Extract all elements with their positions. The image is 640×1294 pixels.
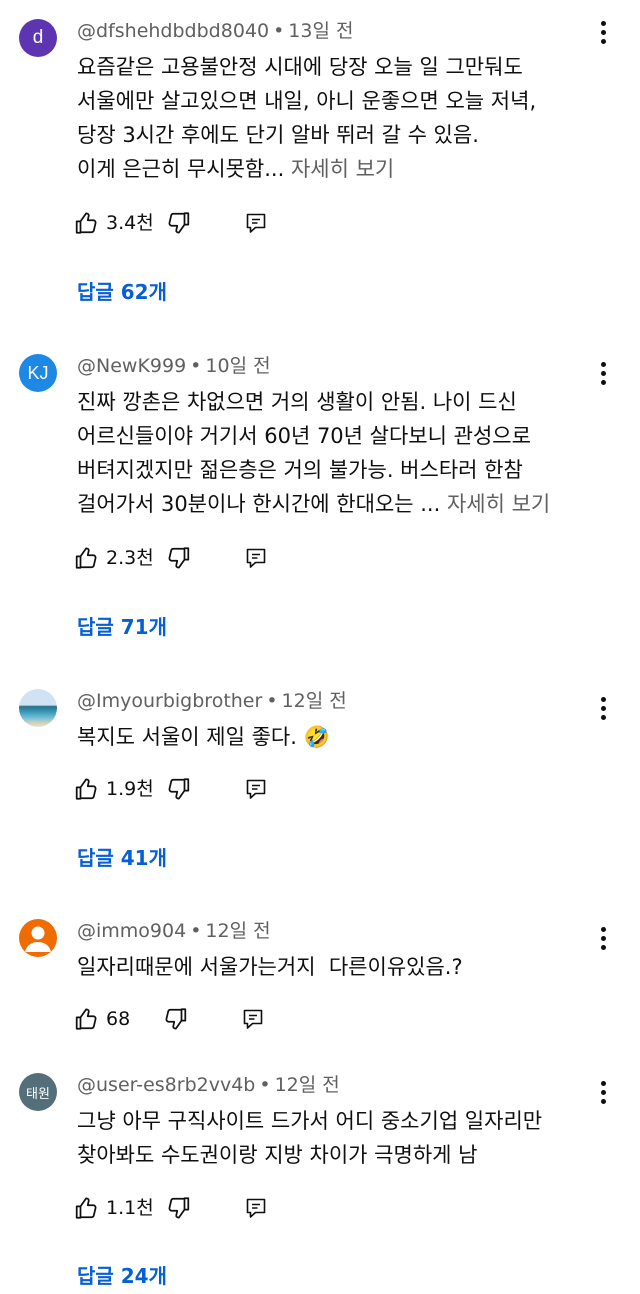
comment-line: 요즘같은 고용불안정 시대에 당장 오늘 일 그만둬도 <box>77 55 523 79</box>
comment-line: 그냥 아무 구직사이트 드가서 어디 중소기업 일자리만 <box>77 1109 543 1133</box>
meta-separator: • <box>190 355 202 377</box>
thumb-down-icon[interactable] <box>165 209 191 237</box>
thumb-up-icon[interactable] <box>74 544 100 572</box>
reply-comment-icon[interactable] <box>244 544 268 572</box>
meta-separator: • <box>266 690 278 712</box>
more-vert-icon[interactable] <box>592 1079 614 1105</box>
reply-comment-icon[interactable] <box>244 1194 268 1222</box>
thumb-up-icon[interactable] <box>74 1005 100 1033</box>
comment-thread: KJ @NewK999 • 10일 전 진짜 깡촌은 차없으면 거의 생활이 안됨.… <box>0 354 640 644</box>
view-replies-link[interactable]: 답글 41개 <box>77 844 167 872</box>
author-name[interactable]: @Imyourbigbrother <box>77 690 262 712</box>
comment-text: 복지도 서울이 제일 좋다. 🤣 <box>77 720 597 754</box>
thumb-down-icon[interactable] <box>165 775 191 803</box>
comment-time[interactable]: 13일 전 <box>288 20 353 42</box>
comment-time[interactable]: 12일 전 <box>205 920 270 942</box>
more-vert-icon[interactable] <box>592 360 614 386</box>
meta-separator: • <box>273 20 285 42</box>
comment-line: 찾아봐도 수도권이랑 지방 차이가 극명하게 남 <box>77 1143 478 1167</box>
reply-comment-icon[interactable] <box>244 209 268 237</box>
meta-separator: • <box>259 1074 271 1096</box>
comment-text: 일자리때문에 서울가는거지 다른이유있음.? <box>77 950 597 984</box>
comment-line-text: 이게 은근히 무시못함... <box>77 157 291 181</box>
thumb-down-icon[interactable] <box>165 1194 191 1222</box>
comment-meta: @Imyourbigbrother • 12일 전 <box>77 689 347 713</box>
read-more-link[interactable]: 자세히 보기 <box>291 157 394 181</box>
like-count: 68 <box>106 1008 131 1030</box>
comment-time[interactable]: 10일 전 <box>205 355 270 377</box>
comment-thread: d @dfshehdbdbd8040 • 13일 전 요즘같은 고용불안정 시대에 … <box>0 19 640 309</box>
view-replies-link[interactable]: 답글 71개 <box>77 613 167 641</box>
comment-time[interactable]: 12일 전 <box>282 690 347 712</box>
avatar[interactable]: KJ <box>19 354 57 392</box>
comment-line: 당장 3시간 후에도 단기 알바 뛰러 갈 수 있음. <box>77 123 479 147</box>
thumb-down-icon[interactable] <box>162 1005 188 1033</box>
meta-separator: • <box>190 920 202 942</box>
comment-line-text: 걸어가서 30분이나 한시간에 한대오는 ... <box>77 492 447 516</box>
comment-thread: @Imyourbigbrother • 12일 전 복지도 서울이 제일 좋다. 🤣… <box>0 689 640 879</box>
view-replies-link[interactable]: 답글 62개 <box>77 278 167 306</box>
reply-comment-icon[interactable] <box>241 1005 265 1033</box>
comment-line: 걸어가서 30분이나 한시간에 한대오는 ... 자세히 보기 <box>77 487 597 521</box>
comment-line: 버텨지겠지만 젊은층은 거의 불가능. 버스타러 한참 <box>77 458 523 482</box>
thumb-up-icon[interactable] <box>74 775 100 803</box>
comment-line: 어르신들이야 거기서 60년 70년 살다보니 관성으로 <box>77 424 531 448</box>
avatar[interactable] <box>19 919 57 957</box>
avatar[interactable]: 태원 <box>19 1073 57 1111</box>
more-vert-icon[interactable] <box>592 925 614 951</box>
comment-text: 진짜 깡촌은 차없으면 거의 생활이 안됨. 나이 드신어르신들이야 거기서 6… <box>77 385 597 521</box>
more-vert-icon[interactable] <box>592 695 614 721</box>
more-vert-icon[interactable] <box>592 19 614 45</box>
view-replies-link[interactable]: 답글 24개 <box>77 1262 167 1290</box>
comment-text: 요즘같은 고용불안정 시대에 당장 오늘 일 그만둬도서울에만 살고있으면 내일… <box>77 50 597 186</box>
author-name[interactable]: @immo904 <box>77 920 186 942</box>
comment-actions: 3.4천 <box>74 209 294 239</box>
comment-actions: 68 <box>74 1005 294 1035</box>
comment-meta: @immo904 • 12일 전 <box>77 919 271 943</box>
comment-line: 이게 은근히 무시못함... 자세히 보기 <box>77 152 597 186</box>
author-name[interactable]: @dfshehdbdbd8040 <box>77 20 269 42</box>
author-name[interactable]: @NewK999 <box>77 355 186 377</box>
thumb-up-icon[interactable] <box>74 1194 100 1222</box>
comment-meta: @user-es8rb2vv4b • 12일 전 <box>77 1073 340 1097</box>
comment-thread: 태원 @user-es8rb2vv4b • 12일 전 그냥 아무 구직사이트 드가… <box>0 1073 640 1294</box>
comment-line: 진짜 깡촌은 차없으면 거의 생활이 안됨. 나이 드신 <box>77 390 517 414</box>
comment-meta: @dfshehdbdbd8040 • 13일 전 <box>77 19 353 43</box>
avatar-initial: 태원 <box>26 1085 50 1101</box>
comment-actions: 2.3천 <box>74 544 294 574</box>
author-name[interactable]: @user-es8rb2vv4b <box>77 1074 255 1096</box>
thumb-down-icon[interactable] <box>165 544 191 572</box>
thumb-up-icon[interactable] <box>74 209 100 237</box>
avatar[interactable]: d <box>19 19 57 57</box>
comment-actions: 1.9천 <box>74 775 294 805</box>
like-count: 3.4천 <box>106 212 154 234</box>
comment-time[interactable]: 12일 전 <box>275 1074 340 1096</box>
comment-line: 복지도 서울이 제일 좋다. 🤣 <box>77 725 330 749</box>
like-count: 1.9천 <box>106 778 154 800</box>
avatar[interactable] <box>19 689 57 727</box>
like-count: 1.1천 <box>106 1197 154 1219</box>
comment-text: 그냥 아무 구직사이트 드가서 어디 중소기업 일자리만찾아봐도 수도권이랑 지… <box>77 1104 597 1172</box>
read-more-link[interactable]: 자세히 보기 <box>447 492 550 516</box>
default-user-icon <box>25 926 51 952</box>
comment-meta: @NewK999 • 10일 전 <box>77 354 271 378</box>
comment-actions: 1.1천 <box>74 1194 294 1224</box>
comment-line: 일자리때문에 서울가는거지 다른이유있음.? <box>77 955 463 979</box>
avatar-initial: KJ <box>27 362 49 383</box>
comment-line: 서울에만 살고있으면 내일, 아니 운좋으면 오늘 저녁, <box>77 89 537 113</box>
avatar-initial: d <box>32 27 44 48</box>
reply-comment-icon[interactable] <box>244 775 268 803</box>
comment-thread: @immo904 • 12일 전 일자리때문에 서울가는거지 다른이유있음.? 68 <box>0 919 640 1049</box>
like-count: 2.3천 <box>106 547 154 569</box>
